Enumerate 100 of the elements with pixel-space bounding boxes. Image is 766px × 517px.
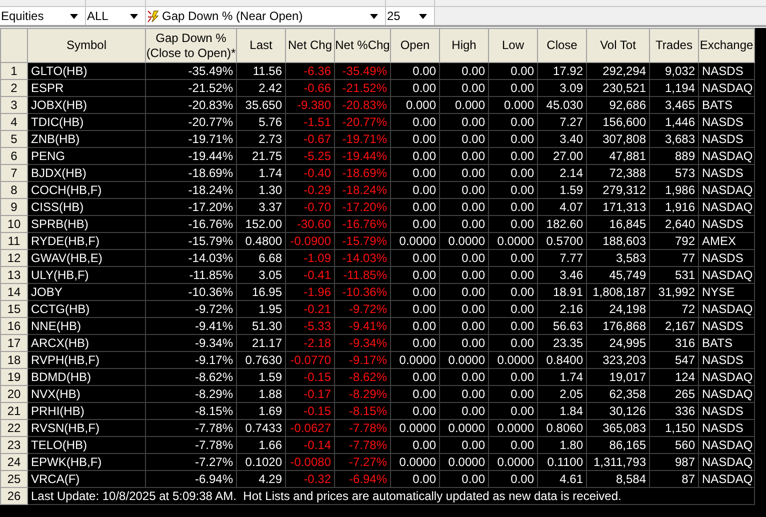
table-cell: PRHI(HB) <box>28 402 146 420</box>
table-cell: -0.0770 <box>286 352 334 368</box>
table-cell: NASDAQ <box>698 436 754 454</box>
table-cell: 2,167 <box>650 318 698 334</box>
table-cell: 27.00 <box>538 148 586 164</box>
table-cell: 560 <box>650 436 698 454</box>
table-cell: -7.78% <box>334 420 390 436</box>
table-cell: -9.34% <box>146 334 236 352</box>
column-header[interactable]: Open <box>390 28 440 62</box>
row-number: 22 <box>0 420 28 436</box>
table-cell: 1,194 <box>650 80 698 96</box>
table-cell: -19.71% <box>334 130 390 148</box>
dropdown[interactable]: Gap Down % (Near Open) <box>146 7 386 25</box>
table-cell: NASDAQ <box>698 148 754 164</box>
table-cell: 7.77 <box>538 250 586 266</box>
table-cell: -10.36% <box>334 284 390 300</box>
table-cell: 152.00 <box>236 216 286 232</box>
table-cell: 0.0000 <box>390 232 440 250</box>
row-number: 14 <box>0 284 28 300</box>
table-cell: -18.24% <box>146 182 236 198</box>
table-cell: -0.0900 <box>286 232 334 250</box>
row-number: 9 <box>0 198 28 216</box>
table-cell: 0.00 <box>390 368 440 386</box>
column-header[interactable]: Exchange <box>698 28 754 62</box>
table-cell: 0.00 <box>488 164 538 182</box>
table-cell: 18.91 <box>538 284 586 300</box>
table-cell: -9.41% <box>334 318 390 334</box>
table-cell: 0.00 <box>488 318 538 334</box>
column-header[interactable]: Close <box>538 28 586 62</box>
table-cell: -6.94% <box>146 470 236 488</box>
table-cell: 9,032 <box>650 62 698 80</box>
table-cell: BDMD(HB) <box>28 368 146 386</box>
table-cell: 547 <box>650 352 698 368</box>
table-cell: 889 <box>650 148 698 164</box>
table-cell: -0.14 <box>286 436 334 454</box>
table-cell: 792 <box>650 232 698 250</box>
table-cell: JOBX(HB) <box>28 96 146 114</box>
table-cell: -0.67 <box>286 130 334 148</box>
table-cell: -9.380 <box>286 96 334 114</box>
dropdown[interactable]: Equities <box>0 7 86 25</box>
table-cell: 365,083 <box>586 420 650 436</box>
table-cell: -8.62% <box>334 368 390 386</box>
table-cell: -20.77% <box>334 114 390 130</box>
row-number: 6 <box>0 148 28 164</box>
row-number: 13 <box>0 266 28 284</box>
table-cell: 24,198 <box>586 300 650 318</box>
column-header[interactable]: Net Chg <box>286 28 334 62</box>
table-cell: NASDAQ <box>698 470 754 488</box>
table-cell: 77 <box>650 250 698 266</box>
table-cell: 0.00 <box>440 470 488 488</box>
table-cell: 1,808,187 <box>586 284 650 300</box>
column-header[interactable]: Symbol <box>28 28 146 62</box>
dropdown[interactable]: 25 <box>386 7 435 25</box>
table-cell: NNE(HB) <box>28 318 146 334</box>
table-cell: 24,995 <box>586 334 650 352</box>
table-cell: 0.00 <box>390 114 440 130</box>
table-cell: -21.52% <box>334 80 390 96</box>
table-cell: 1.59 <box>236 368 286 386</box>
table-cell: -0.41 <box>286 266 334 284</box>
column-header[interactable]: Net %Chg <box>334 28 390 62</box>
row-number: 25 <box>0 470 28 488</box>
table-cell: 1,446 <box>650 114 698 130</box>
table-cell: -0.15 <box>286 402 334 420</box>
table-cell: 171,313 <box>586 198 650 216</box>
table-cell: NASDS <box>698 318 754 334</box>
table-cell: -7.27% <box>146 454 236 470</box>
table-cell: 0.8060 <box>538 420 586 436</box>
table-cell: -9.34% <box>334 334 390 352</box>
table-cell: 265 <box>650 386 698 402</box>
table-cell: NASDAQ <box>698 368 754 386</box>
table-cell: 0.00 <box>390 80 440 96</box>
table-cell: -0.70 <box>286 198 334 216</box>
table-cell: 0.00 <box>488 334 538 352</box>
table-cell: 0.00 <box>440 368 488 386</box>
table-cell: 4.07 <box>538 198 586 216</box>
dropdown[interactable]: ALL <box>86 7 146 25</box>
column-header[interactable]: Low <box>488 28 538 62</box>
table-cell: 0.00 <box>390 402 440 420</box>
table-cell: -8.62% <box>146 368 236 386</box>
table-cell: 3.46 <box>538 266 586 284</box>
table-cell: 17.92 <box>538 62 586 80</box>
column-header[interactable]: Last <box>236 28 286 62</box>
table-cell: NASDS <box>698 130 754 148</box>
table-cell: 0.0000 <box>440 232 488 250</box>
table-cell: 573 <box>650 164 698 182</box>
table-cell: 0.00 <box>440 130 488 148</box>
column-header[interactable]: Trades <box>650 28 698 62</box>
column-header[interactable]: High <box>440 28 488 62</box>
table-cell: -6.36 <box>286 62 334 80</box>
table-cell: 0.00 <box>488 130 538 148</box>
table-cell: -19.44% <box>146 148 236 164</box>
table-cell: 2.73 <box>236 130 286 148</box>
table-cell: -9.41% <box>146 318 236 334</box>
table-cell: 3.05 <box>236 266 286 284</box>
table-cell: NASDS <box>698 352 754 368</box>
table-cell: -9.72% <box>334 300 390 318</box>
table-cell: 0.00 <box>390 386 440 402</box>
column-header[interactable]: Vol Tot <box>586 28 650 62</box>
table-cell: GWAV(HB,E) <box>28 250 146 266</box>
column-header[interactable]: Gap Down % (Close to Open)* <box>146 28 236 62</box>
